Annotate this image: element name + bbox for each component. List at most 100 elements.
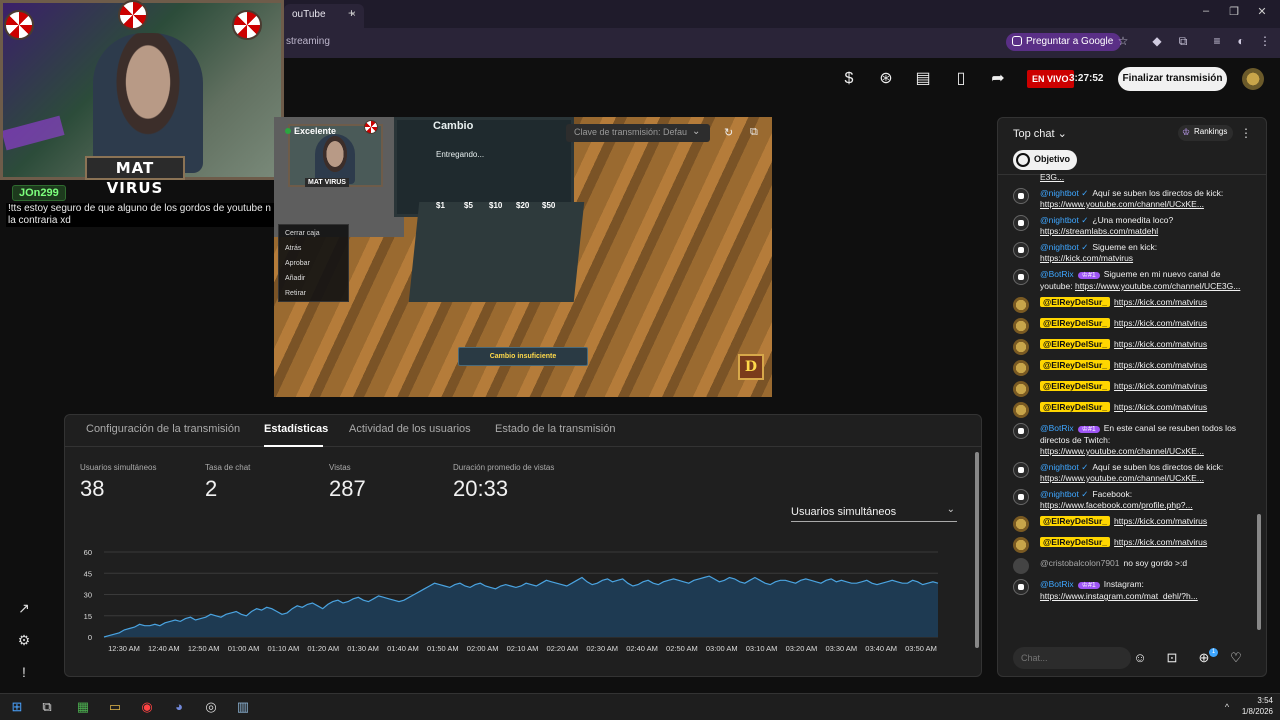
chat-link[interactable]: https://www.instagram.com/mat_dehl/?h...	[1040, 591, 1198, 601]
extension-icon[interactable]: ◆	[1150, 34, 1164, 48]
chat-input[interactable]	[1013, 647, 1131, 669]
chat-more-icon[interactable]: ⋮	[1240, 126, 1252, 140]
tab-statistics[interactable]: Estadísticas	[264, 423, 328, 435]
task-view-icon[interactable]: ⧉	[38, 698, 56, 716]
avatar[interactable]	[1013, 579, 1029, 595]
obs-icon[interactable]: ◎	[202, 698, 220, 716]
avatar[interactable]	[1013, 360, 1029, 376]
browser-menu-icon[interactable]: ⋮	[1258, 34, 1272, 48]
heart-icon[interactable]: ♡	[1228, 650, 1244, 666]
chat-author[interactable]: @ElReyDelSur_	[1040, 537, 1111, 547]
chat-author[interactable]: @ElReyDelSur_	[1040, 402, 1111, 412]
feedback-icon[interactable]: !	[16, 664, 32, 680]
folder-icon[interactable]: ▭	[106, 698, 124, 716]
stream-key-field[interactable]: Clave de transmisión: Defau	[566, 124, 710, 142]
avatar[interactable]	[1013, 297, 1029, 313]
chat-author[interactable]: @BotRix	[1040, 579, 1074, 589]
avatar[interactable]	[1013, 423, 1029, 439]
chat-author[interactable]: @ElReyDelSur_	[1040, 318, 1111, 328]
new-tab-button[interactable]: +	[348, 6, 355, 20]
chat-link[interactable]: https://kick.com/matvirus	[1114, 318, 1207, 328]
tab-stream-settings[interactable]: Configuración de la transmisión	[86, 423, 240, 435]
avatar[interactable]	[1013, 462, 1029, 478]
reading-list-icon[interactable]: ≡	[1210, 34, 1224, 48]
end-stream-button[interactable]: Finalizar transmisión	[1118, 67, 1227, 91]
bookmark-star-icon[interactable]: ☆	[1116, 34, 1130, 48]
chat-author[interactable]: @ElReyDelSur_	[1040, 339, 1111, 349]
external-link-icon[interactable]: ↗	[16, 600, 32, 616]
restore-button[interactable]: ❐	[1224, 5, 1244, 18]
chat-author[interactable]: @ElReyDelSur_	[1040, 297, 1111, 307]
chat-link[interactable]: https://kick.com/matvirus	[1114, 339, 1207, 349]
close-window-button[interactable]: ✕	[1252, 5, 1272, 18]
profile-icon[interactable]: ◐	[1234, 34, 1248, 48]
avatar[interactable]	[1242, 68, 1264, 90]
chat-author[interactable]: @BotRix	[1040, 269, 1074, 279]
avatar[interactable]	[1013, 318, 1029, 334]
start-icon[interactable]: ⊞	[8, 698, 26, 716]
chat-link[interactable]: E3G...	[1040, 172, 1064, 182]
avatar[interactable]	[1013, 215, 1029, 231]
url-text[interactable]: streaming	[286, 36, 330, 47]
analytics-scrollbar[interactable]	[975, 452, 979, 648]
tab-stream-health[interactable]: Estado de la transmisión	[495, 423, 615, 435]
super-chat-icon[interactable]: ⊡	[1164, 650, 1180, 666]
taskbar-clock[interactable]: 3:54 1/8/2026	[1237, 695, 1273, 717]
avatar[interactable]	[1013, 558, 1029, 574]
emoji-icon[interactable]: ☺	[1132, 650, 1148, 666]
super-chat-icon[interactable]: ⊛	[877, 70, 895, 88]
rankings-button[interactable]: ♔ Rankings	[1178, 125, 1234, 141]
avatar[interactable]	[1013, 339, 1029, 355]
chat-link[interactable]: https://kick.com/matvirus	[1114, 537, 1207, 547]
chat-link[interactable]: https://www.youtube.com/channel/UCxKE...	[1040, 473, 1204, 483]
chat-author[interactable]: @ElReyDelSur_	[1040, 381, 1111, 391]
tab-user-activity[interactable]: Actividad de los usuarios	[349, 423, 471, 435]
refresh-icon[interactable]: ↻	[724, 126, 733, 139]
copy-icon[interactable]: ⧉	[750, 126, 758, 139]
ask-google-button[interactable]: Preguntar a Google	[1006, 33, 1122, 51]
chat-author[interactable]: @ElReyDelSur_	[1040, 360, 1111, 370]
discord-icon[interactable]: ◕	[170, 698, 188, 716]
chat-link[interactable]: https://kick.com/matvirus	[1114, 360, 1207, 370]
avatar[interactable]	[1013, 402, 1029, 418]
avatar[interactable]	[1013, 489, 1029, 505]
chat-link[interactable]: https://www.facebook.com/profile.php?...	[1040, 500, 1193, 510]
chat-author[interactable]: @nightbot ✓	[1040, 462, 1088, 472]
chat-author[interactable]: @nightbot ✓	[1040, 242, 1088, 252]
minimize-button[interactable]: –	[1196, 5, 1216, 17]
avatar[interactable]	[1013, 537, 1029, 553]
gear-icon[interactable]: ⚙	[16, 632, 32, 648]
share-icon[interactable]: ➦	[989, 70, 1007, 88]
chat-scrollbar[interactable]	[1257, 514, 1261, 630]
chat-link[interactable]: https://streamlabs.com/matdehl	[1040, 226, 1158, 236]
avatar[interactable]	[1013, 381, 1029, 397]
tray-chevron-icon[interactable]: ^	[1218, 698, 1236, 716]
avatar[interactable]	[1013, 188, 1029, 204]
chat-author[interactable]: @nightbot ✓	[1040, 188, 1088, 198]
chat-link[interactable]: https://www.youtube.com/channel/UCxKE...	[1040, 446, 1204, 456]
chat-link[interactable]: https://kick.com/matvirus	[1114, 381, 1207, 391]
chat-link[interactable]: https://www.youtube.com/channel/UCxKE...	[1040, 199, 1204, 209]
avatar[interactable]	[1013, 242, 1029, 258]
chat-link[interactable]: https://kick.com/matvirus	[1114, 297, 1207, 307]
avatar[interactable]	[1013, 269, 1029, 285]
chat-author[interactable]: @BotRix	[1040, 423, 1074, 433]
monetization-icon[interactable]: $	[840, 70, 858, 88]
calculator-icon[interactable]: ▦	[74, 698, 92, 716]
app-icon[interactable]: ▥	[234, 698, 252, 716]
extensions-puzzle-icon[interactable]: ⧉	[1176, 34, 1190, 48]
clapperboard-icon[interactable]: ▤	[914, 70, 932, 88]
chat-mode-dropdown[interactable]: Top chat ⌄	[1013, 127, 1067, 140]
bookmark-icon[interactable]: ▯	[952, 70, 970, 88]
avatar[interactable]	[1013, 516, 1029, 532]
goal-button[interactable]: Objetivo	[1013, 150, 1077, 170]
chat-link[interactable]: https://www.youtube.com/channel/UCE3G...	[1075, 281, 1240, 291]
chat-link[interactable]: https://kick.com/matvirus	[1040, 253, 1133, 263]
chat-author[interactable]: @nightbot ✓	[1040, 215, 1088, 225]
chrome-icon[interactable]: ◉	[138, 698, 156, 716]
chat-author[interactable]: @ElReyDelSur_	[1040, 516, 1111, 526]
stream-key-dropdown-icon[interactable]: ⌄	[692, 126, 700, 137]
chat-link[interactable]: https://kick.com/matvirus	[1114, 516, 1207, 526]
chat-link[interactable]: https://kick.com/matvirus	[1114, 402, 1207, 412]
chat-author[interactable]: @cristobalcolon7901	[1040, 558, 1120, 568]
